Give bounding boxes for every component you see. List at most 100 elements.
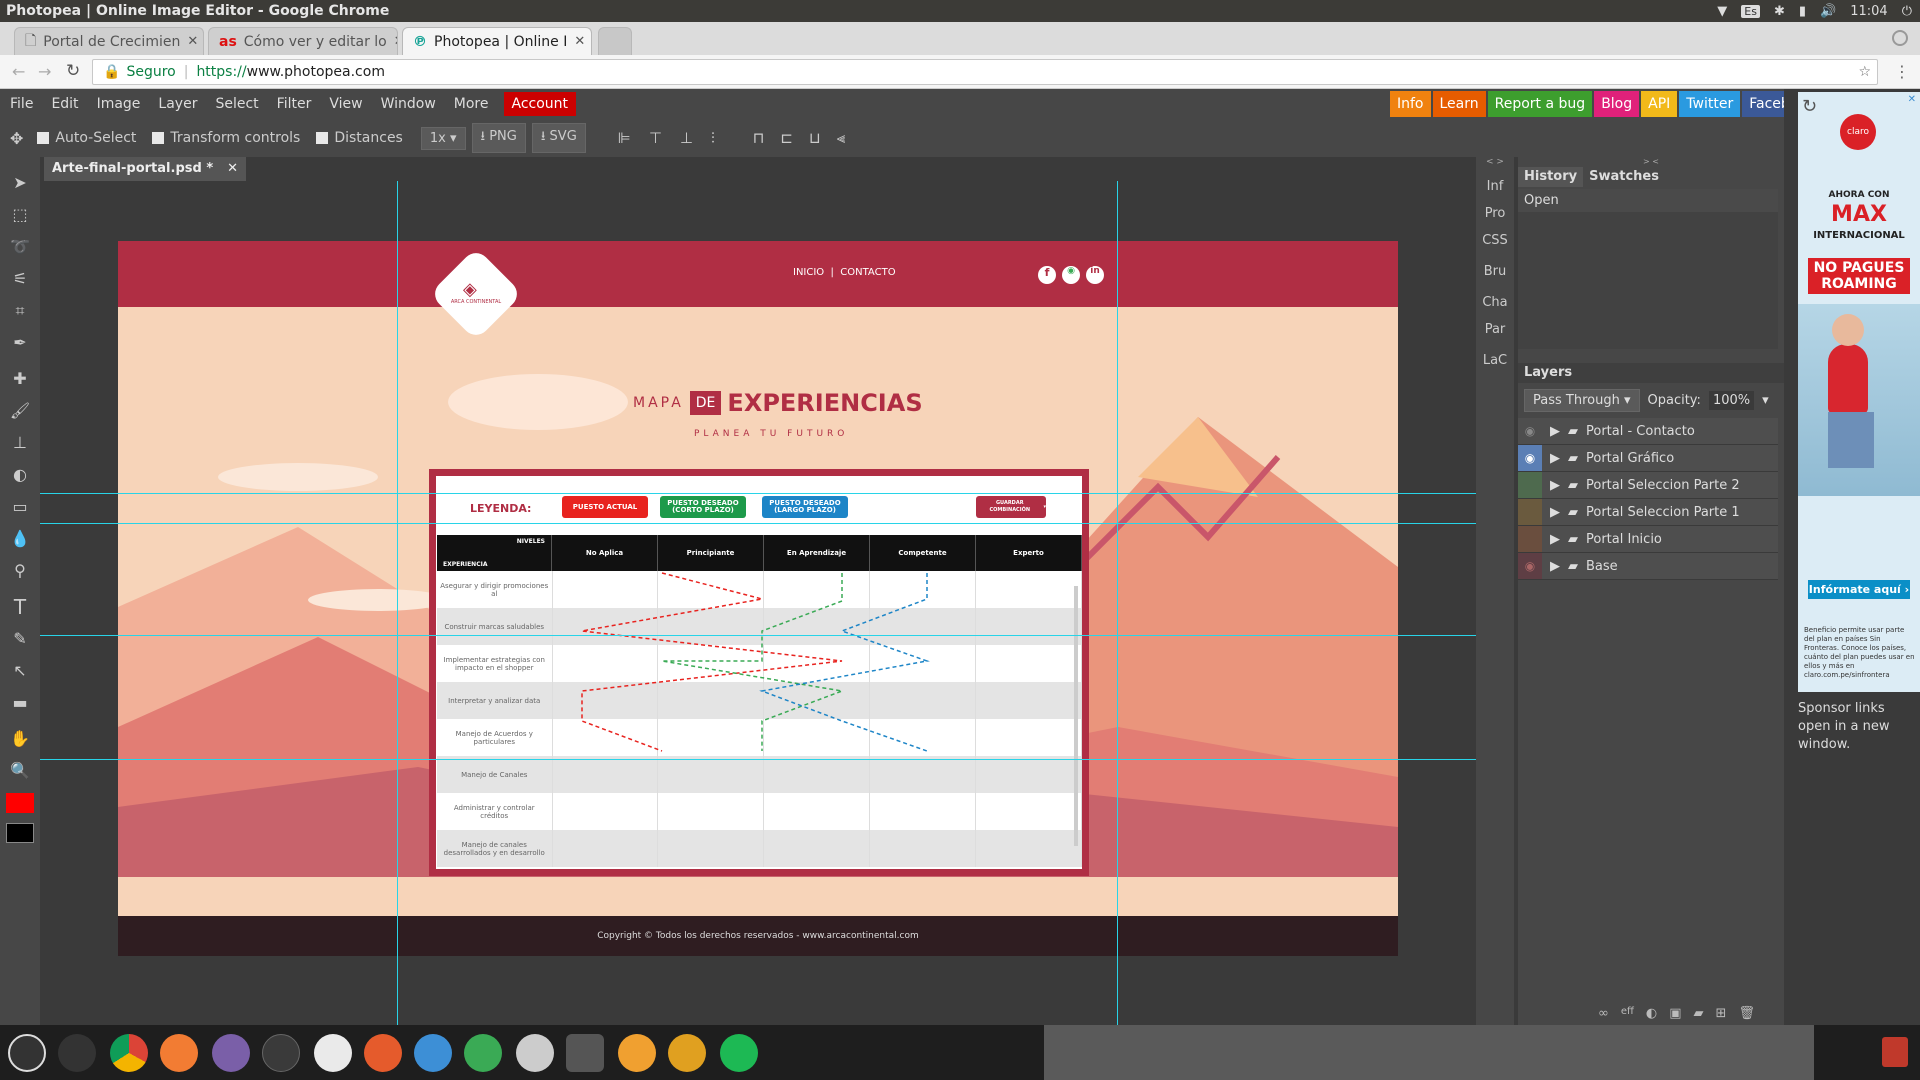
link-icon[interactable]: ∞ — [1598, 1006, 1609, 1021]
vertical-guide[interactable] — [397, 181, 398, 1025]
menu-layer[interactable]: Layer — [149, 96, 206, 112]
expand-arrow-icon[interactable]: ▶ — [1550, 559, 1560, 574]
profile-icon[interactable] — [1892, 30, 1908, 46]
horizontal-guide[interactable] — [40, 759, 1476, 760]
spotify-app-icon[interactable] — [720, 1034, 758, 1072]
close-tab-icon[interactable]: ✕ — [574, 34, 585, 49]
layer-row[interactable]: ▶ ▰ Portal Seleccion Parte 2 — [1518, 472, 1778, 499]
document-tab[interactable]: Arte-final-portal.psd * ✕ — [44, 157, 247, 181]
magic-wand-icon[interactable]: ⚟ — [8, 267, 32, 291]
firefox-app-icon[interactable] — [160, 1034, 198, 1072]
export-svg-button[interactable]: ⭳ SVG — [531, 123, 586, 153]
vertical-guide[interactable] — [1117, 181, 1118, 1025]
menu-view[interactable]: View — [320, 96, 371, 112]
history-item[interactable]: Open — [1518, 189, 1778, 212]
settings-app-icon[interactable] — [58, 1034, 96, 1072]
refresh-icon[interactable]: ↻ — [1802, 96, 1817, 117]
ad-cta-button[interactable]: Infórmate aquí › — [1808, 580, 1910, 599]
visibility-icon[interactable] — [1518, 472, 1542, 498]
menu-select[interactable]: Select — [206, 96, 267, 112]
panel-tab-css[interactable]: CSS — [1476, 227, 1514, 254]
layer-row[interactable]: ◉ ▶ ▰ Base — [1518, 553, 1778, 580]
browser-app-icon[interactable] — [364, 1034, 402, 1072]
healing-brush-icon[interactable]: ✚ — [8, 367, 32, 391]
eyedropper-icon[interactable]: ✒ — [8, 331, 32, 355]
table-scrollbar[interactable] — [1074, 586, 1078, 846]
distribute-buttons[interactable]: ⊓⊏⊔⫷ — [753, 129, 861, 147]
path-select-icon[interactable]: ↖ — [8, 659, 32, 683]
window-preview[interactable] — [1044, 1025, 1814, 1080]
browser-tab-2[interactable]: as Cómo ver y editar lo ✕ — [208, 27, 398, 55]
keyboard-layout[interactable]: Es — [1741, 4, 1760, 18]
brush-tool-icon[interactable]: 🖌 — [8, 399, 32, 423]
expand-arrow-icon[interactable]: ▶ — [1550, 451, 1560, 466]
visibility-icon[interactable] — [1518, 499, 1542, 525]
expand-icon[interactable]: < > — [1476, 157, 1514, 173]
toggle-app-icon[interactable] — [516, 1034, 554, 1072]
auto-select-checkbox[interactable]: Auto-Select — [37, 130, 136, 146]
browser-tab-3[interactable]: ℗ Photopea | Online I ✕ — [402, 27, 592, 55]
shape-tool-icon[interactable]: ▬ — [8, 691, 32, 715]
visibility-icon[interactable]: ◉ — [1518, 553, 1542, 579]
learn-button[interactable]: Learn — [1432, 91, 1486, 117]
expand-arrow-icon[interactable]: ▶ — [1550, 505, 1560, 520]
crop-tool-icon[interactable]: ⌗ — [8, 299, 32, 323]
new-layer-icon[interactable]: ⊞ — [1716, 1006, 1727, 1021]
twitter-button[interactable]: Twitter — [1679, 91, 1741, 117]
export-png-button[interactable]: ⭳ PNG — [471, 123, 526, 153]
move-tool-icon[interactable]: ➤ — [8, 171, 32, 195]
writer-app-icon[interactable] — [414, 1034, 452, 1072]
panel-tab-layer-comps[interactable]: LaC — [1476, 347, 1514, 374]
chrome-menu-icon[interactable]: ⋮ — [1894, 62, 1910, 81]
calc-app-icon[interactable] — [464, 1034, 502, 1072]
menu-more[interactable]: More — [445, 96, 498, 112]
power-icon[interactable]: ⏻ — [1902, 4, 1912, 19]
panel-tab-brush[interactable]: Bru — [1476, 258, 1514, 285]
blend-mode-select[interactable]: Pass Through ▾ — [1524, 389, 1640, 412]
hand-tool-icon[interactable]: ✋ — [8, 727, 32, 751]
collapse-icon[interactable]: > < — [1518, 157, 1784, 167]
volume-icon[interactable]: 🔊 — [1820, 4, 1836, 19]
close-icon[interactable]: ✕ — [227, 161, 238, 177]
app-icon-filezilla[interactable] — [668, 1034, 706, 1072]
reload-icon[interactable]: ↻ — [66, 61, 80, 81]
menu-file[interactable]: File — [1, 96, 42, 112]
close-tab-icon[interactable]: ✕ — [394, 34, 397, 49]
mask-icon[interactable]: ▣ — [1669, 1006, 1681, 1021]
app-icon-orange[interactable] — [618, 1034, 656, 1072]
close-tab-icon[interactable]: ✕ — [187, 34, 198, 49]
report-bug-button[interactable]: Report a bug — [1487, 91, 1593, 117]
distances-checkbox[interactable]: Distances — [316, 130, 403, 146]
app-icon-gimp[interactable] — [566, 1034, 604, 1072]
browser-tab-1[interactable]: 🗋 Portal de Crecimien ✕ — [14, 27, 204, 55]
horizontal-guide[interactable] — [40, 493, 1476, 494]
menu-filter[interactable]: Filter — [268, 96, 321, 112]
expand-arrow-icon[interactable]: ▶ — [1550, 424, 1560, 439]
visibility-icon[interactable] — [1518, 526, 1542, 552]
ad-close-icon[interactable]: ✕ — [1908, 94, 1916, 105]
pen-tool-icon[interactable]: ✎ — [8, 627, 32, 651]
tab-history[interactable]: History — [1518, 167, 1584, 187]
opacity-dropdown-icon[interactable]: ▾ — [1762, 393, 1769, 408]
battery-icon[interactable]: ▮ — [1799, 4, 1806, 19]
panel-tab-character[interactable]: Cha — [1476, 289, 1514, 316]
menu-image[interactable]: Image — [88, 96, 150, 112]
panel-tab-info[interactable]: Inf — [1476, 173, 1514, 200]
foreground-color-swatch[interactable] — [6, 793, 34, 813]
blur-tool-icon[interactable]: 💧 — [8, 527, 32, 551]
advertisement[interactable]: ↻ ✕ claro AHORA CON MAX INTERNACIONAL NO… — [1798, 92, 1920, 692]
folder-icon[interactable]: ▰ — [1694, 1006, 1704, 1021]
api-button[interactable]: API — [1641, 91, 1678, 117]
url-field[interactable]: 🔒 Seguro | https:// www.photopea.com ☆ — [92, 59, 1878, 85]
wifi-icon[interactable]: ▼ — [1717, 4, 1727, 19]
transform-controls-checkbox[interactable]: Transform controls — [152, 130, 300, 146]
eraser-tool-icon[interactable]: ◐ — [8, 463, 32, 487]
visibility-icon[interactable]: ◉ — [1518, 418, 1542, 444]
layer-row[interactable]: ▶ ▰ Portal Seleccion Parte 1 — [1518, 499, 1778, 526]
type-tool-icon[interactable]: T — [8, 595, 32, 619]
account-button[interactable]: Account — [503, 92, 577, 116]
back-icon[interactable]: ← — [12, 62, 25, 81]
menu-window[interactable]: Window — [372, 96, 445, 112]
terminal-app-icon[interactable] — [262, 1034, 300, 1072]
gradient-tool-icon[interactable]: ▭ — [8, 495, 32, 519]
